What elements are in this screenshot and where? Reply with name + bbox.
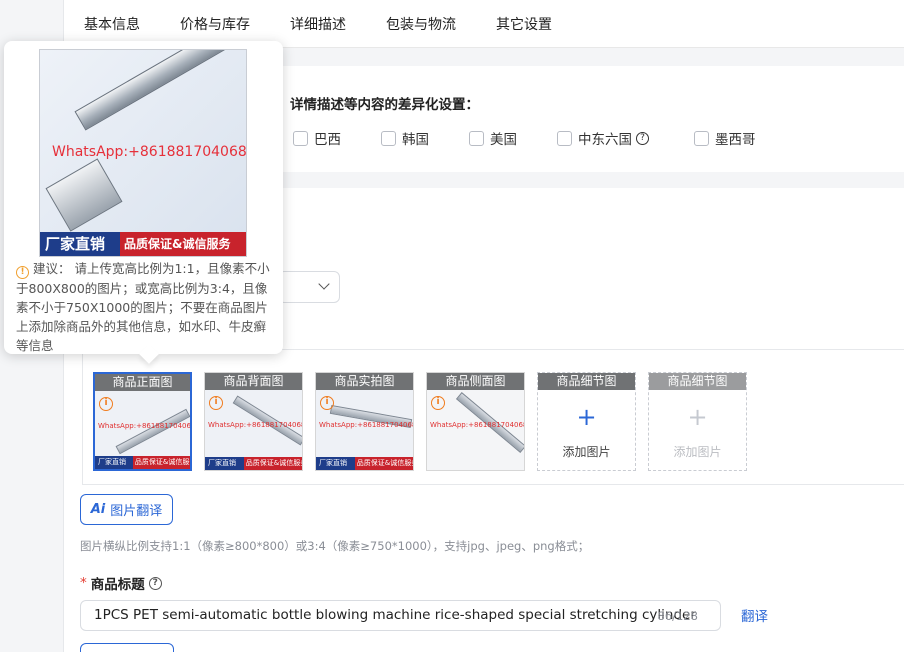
help-icon[interactable]: ? bbox=[148, 576, 162, 590]
product-title-input[interactable]: 1PCS PET semi-automatic bottle blowing m… bbox=[80, 600, 721, 631]
checkbox-mexico[interactable]: 墨西哥 bbox=[694, 128, 756, 148]
diff-settings-title: 详情描述等内容的差异化设置： bbox=[290, 97, 479, 113]
translate-link[interactable]: 翻译 bbox=[741, 605, 768, 625]
image-slot-label: 商品细节图 bbox=[538, 373, 635, 390]
checkbox-brazil[interactable]: 巴西 bbox=[293, 128, 341, 148]
ai-icon: Ai bbox=[90, 502, 106, 517]
checkbox-usa[interactable]: 美国 bbox=[469, 128, 517, 148]
bottom-button[interactable] bbox=[80, 643, 174, 652]
required-star: * bbox=[80, 575, 87, 591]
help-icon[interactable]: ? bbox=[636, 131, 649, 145]
preview-cylinder bbox=[74, 50, 246, 131]
image-slot-detail[interactable]: 商品细节图 + 添加图片 bbox=[537, 372, 636, 471]
tab-detail-description[interactable]: 详细描述 bbox=[270, 0, 366, 48]
info-icon: ! bbox=[16, 266, 29, 279]
image-banner: 厂家直销 品质保证&诚信服务 bbox=[95, 456, 190, 469]
checkbox-label: 墨西哥 bbox=[715, 132, 756, 148]
product-title-value: 1PCS PET semi-automatic bottle blowing m… bbox=[94, 607, 696, 623]
image-slot-real-shot[interactable]: 商品实拍图 i WhatsApp:+8618817040688 厂家直销 品质保… bbox=[315, 372, 414, 471]
warning-icon: i bbox=[431, 396, 445, 410]
banner-left-text: 厂家直销 bbox=[95, 456, 133, 469]
image-watermark: WhatsApp:+8618817040688 bbox=[319, 421, 414, 429]
image-format-hint: 图片横纵比例支持1:1（像素≥800*800）或3:4（像素≥750*1000）… bbox=[80, 539, 590, 553]
checkbox-box[interactable] bbox=[557, 130, 572, 146]
image-watermark: WhatsApp:+8618817040688 bbox=[430, 421, 525, 429]
tab-packaging-logistics[interactable]: 包装与物流 bbox=[366, 0, 476, 48]
image-preview-popover: WhatsApp:+8618817040688 厂家直销 品质保证&诚信服务 !… bbox=[4, 41, 283, 364]
checkbox-box[interactable] bbox=[381, 130, 396, 146]
image-banner: 厂家直销 品质保证&诚信服务 bbox=[205, 457, 302, 470]
product-title-label: * 商品标题 ? bbox=[80, 573, 162, 593]
tab-other-settings[interactable]: 其它设置 bbox=[476, 0, 572, 48]
image-slot-back[interactable]: 商品背面图 i WhatsApp:+8618817040688 厂家直销 品质保… bbox=[204, 372, 303, 471]
upload-advice: ! 建议： 请上传宽高比例为1:1，且像素不小于800X800的图片；或宽高比例为… bbox=[16, 259, 276, 355]
image-watermark: WhatsApp:+8618817040688 bbox=[208, 421, 303, 429]
checkbox-box[interactable] bbox=[469, 130, 484, 146]
dropdown-select[interactable] bbox=[278, 271, 340, 303]
preview-watermark: WhatsApp:+8618817040688 bbox=[52, 144, 247, 160]
checkbox-label: 美国 bbox=[490, 132, 517, 148]
char-count: 86/128 bbox=[657, 609, 698, 623]
checkbox-label: 巴西 bbox=[314, 132, 341, 148]
image-slot-front[interactable]: 商品正面图 i WhatsApp:+8618817040688 厂家直销 品质保… bbox=[93, 372, 192, 471]
image-translate-label: 图片翻译 bbox=[110, 504, 163, 519]
preview-cylinder-head bbox=[45, 158, 123, 232]
image-slot-detail-disabled: 商品细节图 + 添加图片 bbox=[648, 372, 747, 471]
warning-icon: i bbox=[99, 397, 113, 411]
image-slot-label: 商品正面图 bbox=[95, 374, 190, 391]
image-watermark: WhatsApp:+8618817040688 bbox=[98, 422, 192, 430]
preview-banner-left: 厂家直销 bbox=[40, 232, 120, 256]
checkbox-middle-east[interactable]: 中东六国 ? bbox=[557, 128, 649, 148]
preview-image: WhatsApp:+8618817040688 厂家直销 品质保证&诚信服务 bbox=[39, 49, 247, 257]
plus-icon: + bbox=[687, 403, 708, 431]
checkbox-label: 中东六国 bbox=[578, 132, 632, 148]
checkbox-label: 韩国 bbox=[402, 132, 429, 148]
add-image-text: 添加图片 bbox=[673, 445, 722, 459]
plus-icon[interactable]: + bbox=[538, 403, 635, 431]
checkbox-box[interactable] bbox=[293, 130, 308, 146]
warning-icon: i bbox=[209, 396, 223, 410]
image-slot-side[interactable]: 商品侧面图 i WhatsApp:+8618817040688 bbox=[426, 372, 525, 471]
warning-icon: i bbox=[320, 396, 334, 410]
banner-right-text: 品质保证&诚信服务 bbox=[356, 459, 414, 467]
image-slot-label: 商品背面图 bbox=[205, 373, 302, 390]
checkbox-korea[interactable]: 韩国 bbox=[381, 128, 429, 148]
chevron-down-icon bbox=[318, 278, 330, 290]
image-slot-label: 商品细节图 bbox=[649, 373, 746, 390]
checkbox-box[interactable] bbox=[694, 130, 709, 146]
banner-left-text: 厂家直销 bbox=[316, 457, 355, 470]
add-image-text: 添加图片 bbox=[562, 445, 611, 459]
image-translate-button[interactable]: Ai 图片翻译 bbox=[80, 494, 173, 525]
banner-right-text: 品质保证&诚信服务 bbox=[245, 459, 303, 467]
image-banner: 厂家直销 品质保证&诚信服务 bbox=[316, 457, 413, 470]
advice-text: 建议： 请上传宽高比例为1:1，且像素不小于800X800的图片；或宽高比例为3… bbox=[16, 261, 270, 353]
banner-left-text: 厂家直销 bbox=[205, 457, 244, 470]
banner-right-text: 品质保证&诚信服务 bbox=[134, 458, 192, 466]
preview-banner: 厂家直销 品质保证&诚信服务 bbox=[40, 232, 246, 256]
image-slot-label: 商品侧面图 bbox=[427, 373, 524, 390]
image-slot-label: 商品实拍图 bbox=[316, 373, 413, 390]
product-title-label-text: 商品标题 bbox=[90, 577, 145, 593]
preview-banner-right: 品质保证&诚信服务 bbox=[124, 237, 231, 251]
